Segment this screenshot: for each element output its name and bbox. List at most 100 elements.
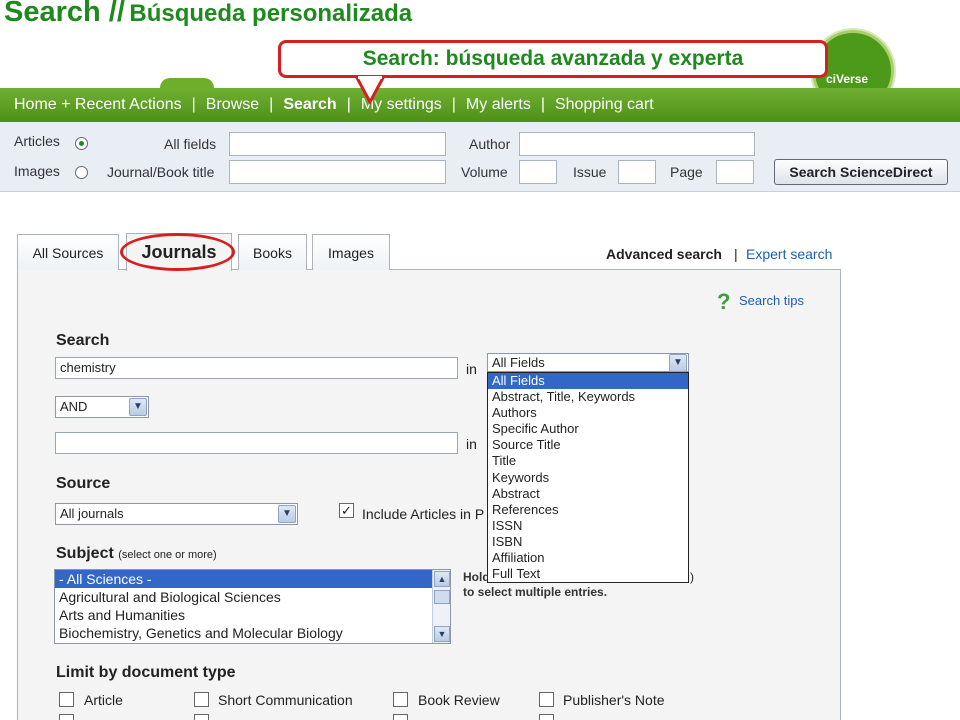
doc-type-publishers-note-label: Publisher's Note [563,692,665,708]
nav-item-my-alerts[interactable]: My alerts [466,96,531,114]
chevron-down-icon[interactable]: ▼ [669,354,687,372]
nav-item-shopping-cart[interactable]: Shopping cart [555,96,654,114]
doc-type-article-checkbox[interactable] [59,692,74,707]
field-option[interactable]: Abstract, Title, Keywords [488,389,688,405]
issue-input[interactable] [618,160,656,184]
articles-radio[interactable] [75,137,88,150]
field-option[interactable]: ISBN [488,534,688,550]
doc-type-book-review-checkbox[interactable] [393,692,408,707]
nav-separator: | [451,96,456,113]
page-label: Page [670,164,703,180]
author-input[interactable] [519,132,755,156]
scroll-down-icon[interactable]: ▼ [434,626,450,642]
subject-option[interactable]: - All Sciences - [55,570,450,588]
subject-hint: (select one or more) [118,549,217,561]
tab-journals[interactable]: Journals [126,233,232,271]
callout-pointer-icon [354,76,386,106]
expert-search-link[interactable]: Expert search [746,246,832,262]
subject-scrollbar[interactable]: ▲ ▼ [432,570,450,643]
doc-type-short-communication-checkbox[interactable] [194,692,209,707]
doc-type-publishers-note-checkbox[interactable] [539,692,554,707]
doc-type-label: Limit by document type [56,664,236,681]
field-option[interactable]: Authors [488,405,688,421]
doc-type-article-label: Article [84,692,123,708]
nav-separator: | [346,96,351,113]
volume-input[interactable] [519,160,557,184]
chevron-down-icon: ▼ [278,505,296,523]
field-dropdown[interactable]: All Fields ▼ All Fields Abstract, Title,… [487,353,689,584]
tab-images[interactable]: Images [312,234,390,270]
hold-note-line-2: to select multiple entries. [463,585,608,599]
nav-item-home[interactable]: Home + Recent Actions [14,96,182,114]
doc-type-short-communication-label: Short Communication [218,692,353,708]
boolean-operator-select[interactable]: AND ▼ [55,396,149,418]
nav-separator: | [269,96,274,113]
journal-title-label: Journal/Book title [107,164,215,180]
sciverse-logo-text: ciVerse [826,72,869,86]
field-option[interactable]: Title [488,453,688,469]
all-fields-label: All fields [164,136,217,152]
tab-books[interactable]: Books [238,234,307,270]
slide-title-sub: Búsqueda personalizada [129,0,413,27]
hold-note-tail: ) [690,570,694,584]
nav-item-search[interactable]: Search [283,96,336,114]
search-term-2-input[interactable] [55,432,458,454]
search-sciencedirect-button[interactable]: Search ScienceDirect [774,159,948,185]
subject-option[interactable]: Agricultural and Biological Sciences [55,588,450,606]
subject-label: Subject (select one or more) [56,545,217,563]
nav-separator: | [540,96,545,113]
advanced-search-label: Advanced search [606,246,722,262]
search-term-1-input[interactable]: chemistry [55,357,458,379]
source-select[interactable]: All journals ▼ [55,503,298,525]
in-label-2: in [466,436,477,452]
page-input[interactable] [716,160,754,184]
doc-type-checkbox-row2[interactable] [393,714,408,720]
articles-label: Articles [14,133,60,149]
scroll-up-icon[interactable]: ▲ [434,571,450,587]
scroll-thumb[interactable] [434,590,450,604]
include-articles-label: Include Articles in P [362,506,485,522]
source-select-value: All journals [60,506,124,521]
volume-label: Volume [461,164,508,180]
field-dropdown-value: All Fields [492,355,545,370]
field-option[interactable]: References [488,502,688,518]
help-question-icon: ? [717,289,731,314]
author-label: Author [469,136,511,152]
subject-option[interactable]: Arts and Humanities [55,606,450,624]
slide-title-main: Search // [4,0,125,28]
callout-annotation: Search: búsqueda avanzada y experta [278,40,828,78]
in-label: in [466,361,477,377]
field-dropdown-header[interactable]: All Fields ▼ [487,353,689,372]
tab-all-sources[interactable]: All Sources [17,234,119,270]
journal-title-input[interactable] [229,160,446,184]
field-option[interactable]: Source Title [488,437,688,453]
include-articles-checkbox[interactable]: ✓ [339,503,354,518]
field-option[interactable]: ISSN [488,518,688,534]
field-option[interactable]: Abstract [488,486,688,502]
search-tips-link[interactable]: Search tips [739,293,804,308]
field-option[interactable]: Specific Author [488,421,688,437]
nav-item-browse[interactable]: Browse [206,96,259,114]
doc-type-checkbox-row2[interactable] [59,714,74,720]
doc-type-checkbox-row2[interactable] [539,714,554,720]
search-form-panel [17,269,841,720]
field-option[interactable]: All Fields [488,373,688,390]
doc-type-checkbox-row2[interactable] [194,714,209,720]
nav-separator: | [191,96,196,113]
field-option[interactable]: Full Text [488,566,688,582]
subject-option[interactable]: Biochemistry, Genetics and Molecular Bio… [55,624,450,642]
field-option[interactable]: Keywords [488,470,688,486]
search-mode-separator: | [734,246,738,262]
boolean-operator-value: AND [60,399,88,414]
field-option[interactable]: Affiliation [488,550,688,566]
images-radio[interactable] [75,166,88,179]
all-fields-input[interactable] [229,132,446,156]
source-label: Source [56,475,111,492]
field-dropdown-list: All Fields Abstract, Title, Keywords Aut… [487,372,689,584]
search-label: Search [56,332,110,349]
chevron-down-icon: ▼ [129,398,147,416]
images-label: Images [14,163,60,179]
slide-title: Search // Búsqueda personalizada [4,0,412,36]
subject-label-text: Subject [56,545,114,562]
subject-listbox[interactable]: - All Sciences - Agricultural and Biolog… [54,569,451,644]
